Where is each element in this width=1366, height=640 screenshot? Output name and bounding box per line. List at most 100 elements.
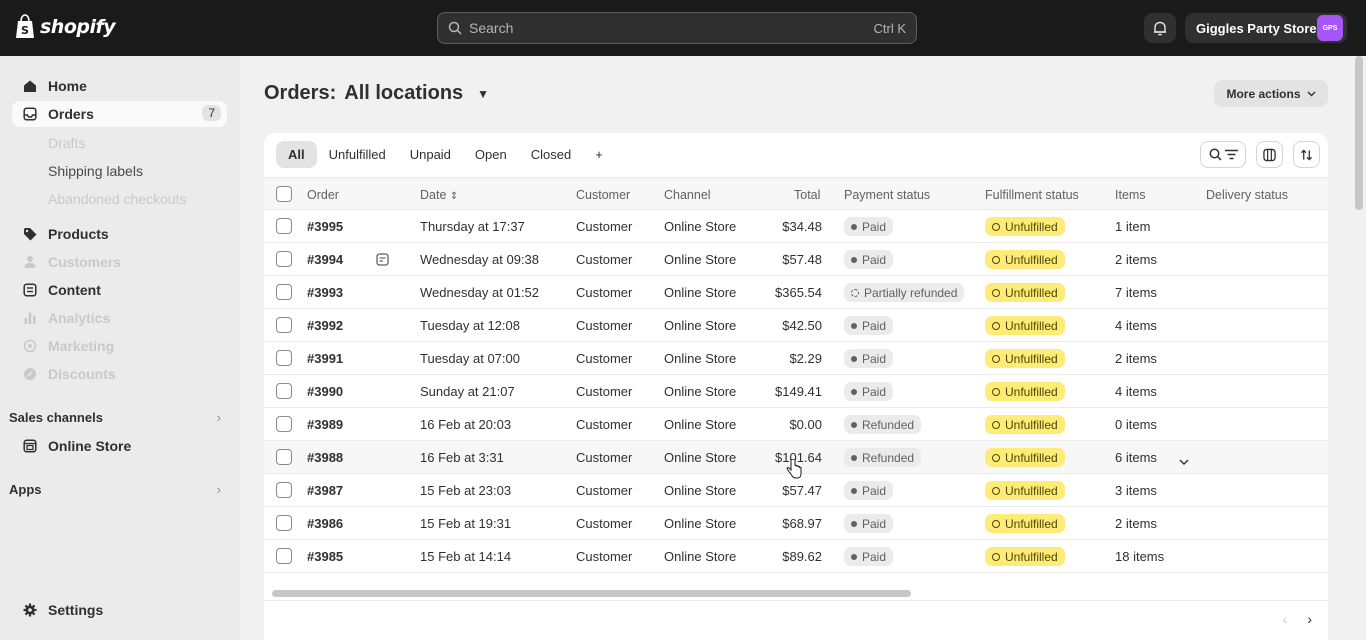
tab-unfulfilled[interactable]: Unfulfilled — [317, 141, 398, 168]
sidebar-item-home[interactable]: Home — [12, 73, 227, 99]
row-checkbox[interactable] — [276, 449, 292, 465]
shopify-logo[interactable]: S shopify — [14, 14, 116, 40]
sort-button[interactable] — [1293, 141, 1320, 168]
column-header-delivery-status[interactable]: Delivery status — [1206, 188, 1288, 202]
order-items[interactable]: 18 items — [1115, 549, 1164, 564]
apps-section[interactable]: Apps › — [9, 482, 221, 497]
table-row[interactable]: #3994 Wednesday at 09:38 Customer Online St… — [264, 243, 1328, 276]
row-checkbox[interactable] — [276, 548, 292, 564]
row-checkbox[interactable] — [276, 383, 292, 399]
payment-status-label: Paid — [862, 384, 887, 399]
order-items[interactable]: 1 item — [1115, 219, 1150, 234]
table-row[interactable]: #3992 Tuesday at 12:08 Customer Online Stor… — [264, 309, 1328, 342]
sidebar-item-analytics[interactable]: Analytics — [12, 305, 227, 331]
table-row[interactable]: #3993 Wednesday at 01:52 Customer Online St… — [264, 276, 1328, 309]
order-number[interactable]: #3991 — [307, 351, 343, 366]
page-scrollbar[interactable] — [1352, 56, 1366, 640]
table-row[interactable]: #3986 15 Feb at 19:31 Customer Online Store… — [264, 507, 1328, 540]
order-items[interactable]: 2 items — [1115, 351, 1157, 366]
row-checkbox[interactable] — [276, 350, 292, 366]
search-bar[interactable]: Search Ctrl K — [437, 12, 917, 44]
row-checkbox[interactable] — [276, 284, 292, 300]
search-filter-button[interactable] — [1200, 141, 1246, 168]
sidebar-subitem-shipping-labels[interactable]: Shipping labels — [48, 163, 143, 179]
incomplete-circle-icon — [992, 255, 1000, 264]
chevron-right-icon: › — [216, 410, 221, 425]
sidebar-item-settings[interactable]: Settings — [12, 597, 227, 623]
table-row[interactable]: #3989 16 Feb at 20:03 Customer Online Store… — [264, 408, 1328, 441]
column-header-total[interactable]: Total — [794, 188, 820, 202]
sidebar-item-content[interactable]: Content — [12, 277, 227, 303]
order-items[interactable]: 4 items — [1115, 318, 1157, 333]
order-items[interactable]: 0 items — [1115, 417, 1157, 432]
order-items[interactable]: 3 items — [1115, 483, 1157, 498]
sidebar-item-online-store[interactable]: Online Store — [12, 433, 227, 459]
page-scrollbar-thumb[interactable] — [1355, 56, 1363, 210]
row-checkbox[interactable] — [276, 416, 292, 432]
sidebar-item-discounts[interactable]: Discounts — [12, 361, 227, 387]
column-header-items[interactable]: Items — [1115, 188, 1146, 202]
columns-button[interactable] — [1256, 141, 1283, 168]
column-header-fulfillment-status[interactable]: Fulfillment status — [985, 188, 1079, 202]
column-header-channel[interactable]: Channel — [664, 188, 711, 202]
order-items[interactable]: 2 items — [1115, 252, 1157, 267]
sidebar-item-orders[interactable]: Orders 7 — [12, 101, 227, 127]
column-header-date[interactable]: Date ⇕ — [420, 188, 458, 202]
column-header-customer[interactable]: Customer — [576, 188, 630, 202]
sales-channels-section[interactable]: Sales channels › — [9, 410, 221, 425]
tab-unpaid[interactable]: Unpaid — [398, 141, 463, 168]
sidebar-item-marketing[interactable]: Marketing — [12, 333, 227, 359]
order-number[interactable]: #3987 — [307, 483, 343, 498]
row-checkbox[interactable] — [276, 515, 292, 531]
column-header-order[interactable]: Order — [307, 188, 339, 202]
order-items[interactable]: 4 items — [1115, 384, 1157, 399]
sidebar-subitem-abandoned-checkouts[interactable]: Abandoned checkouts — [48, 191, 187, 207]
tab-open[interactable]: Open — [463, 141, 519, 168]
row-checkbox[interactable] — [276, 482, 292, 498]
order-items[interactable]: 6 items — [1115, 450, 1157, 465]
sidebar-item-products[interactable]: Products — [12, 221, 227, 247]
next-page-button[interactable]: › — [1307, 611, 1312, 627]
order-number[interactable]: #3994 — [307, 252, 343, 267]
order-number[interactable]: #3985 — [307, 549, 343, 564]
order-date: 15 Feb at 19:31 — [420, 516, 512, 531]
more-actions-button[interactable]: More actions — [1214, 80, 1328, 107]
row-checkbox[interactable] — [276, 251, 292, 267]
chevron-down-icon[interactable]: ▼ — [477, 87, 489, 101]
tab-closed[interactable]: Closed — [519, 141, 583, 168]
sidebar-subitem-drafts[interactable]: Drafts — [48, 135, 85, 151]
order-total: $2.29 — [789, 351, 822, 366]
order-number[interactable]: #3986 — [307, 516, 343, 531]
tab-all[interactable]: All — [276, 141, 317, 168]
order-date: Thursday at 17:37 — [420, 219, 525, 234]
location-selector[interactable]: All locations — [344, 82, 463, 105]
order-number[interactable]: #3995 — [307, 219, 343, 234]
order-number[interactable]: #3988 — [307, 450, 343, 465]
table-horizontal-scrollbar[interactable] — [272, 588, 1320, 598]
table-scrollbar-thumb[interactable] — [272, 590, 911, 597]
order-items[interactable]: 7 items — [1115, 285, 1157, 300]
notifications-button[interactable] — [1144, 13, 1176, 43]
order-number[interactable]: #3990 — [307, 384, 343, 399]
order-items[interactable]: 2 items — [1115, 516, 1157, 531]
table-row[interactable]: #3987 15 Feb at 23:03 Customer Online Store… — [264, 474, 1328, 507]
table-row[interactable]: #3990 Sunday at 21:07 Customer Online Store… — [264, 375, 1328, 408]
order-number[interactable]: #3993 — [307, 285, 343, 300]
column-header-payment-status[interactable]: Payment status — [844, 188, 930, 202]
table-row[interactable]: #3995 Thursday at 17:37 Customer Online Sto… — [264, 210, 1328, 243]
store-menu-button[interactable]: Giggles Party Store GPS — [1185, 13, 1347, 43]
sidebar-item-customers[interactable]: Customers — [12, 249, 227, 275]
table-row[interactable]: #3985 15 Feb at 14:14 Customer Online Store… — [264, 540, 1328, 573]
payment-status-badge: Paid — [844, 382, 894, 401]
row-checkbox[interactable] — [276, 218, 292, 234]
table-row[interactable]: #3988 16 Feb at 3:31 Customer Online Store $… — [264, 441, 1328, 479]
add-view-button[interactable]: + — [583, 141, 615, 168]
order-number[interactable]: #3992 — [307, 318, 343, 333]
incomplete-circle-icon — [992, 321, 1000, 330]
previous-page-button[interactable]: ‹ — [1283, 611, 1288, 627]
select-all-checkbox[interactable] — [276, 186, 292, 202]
table-row[interactable]: #3991 Tuesday at 07:00 Customer Online Stor… — [264, 342, 1328, 375]
row-checkbox[interactable] — [276, 317, 292, 333]
chevron-down-icon[interactable] — [1179, 454, 1189, 469]
order-number[interactable]: #3989 — [307, 417, 343, 432]
